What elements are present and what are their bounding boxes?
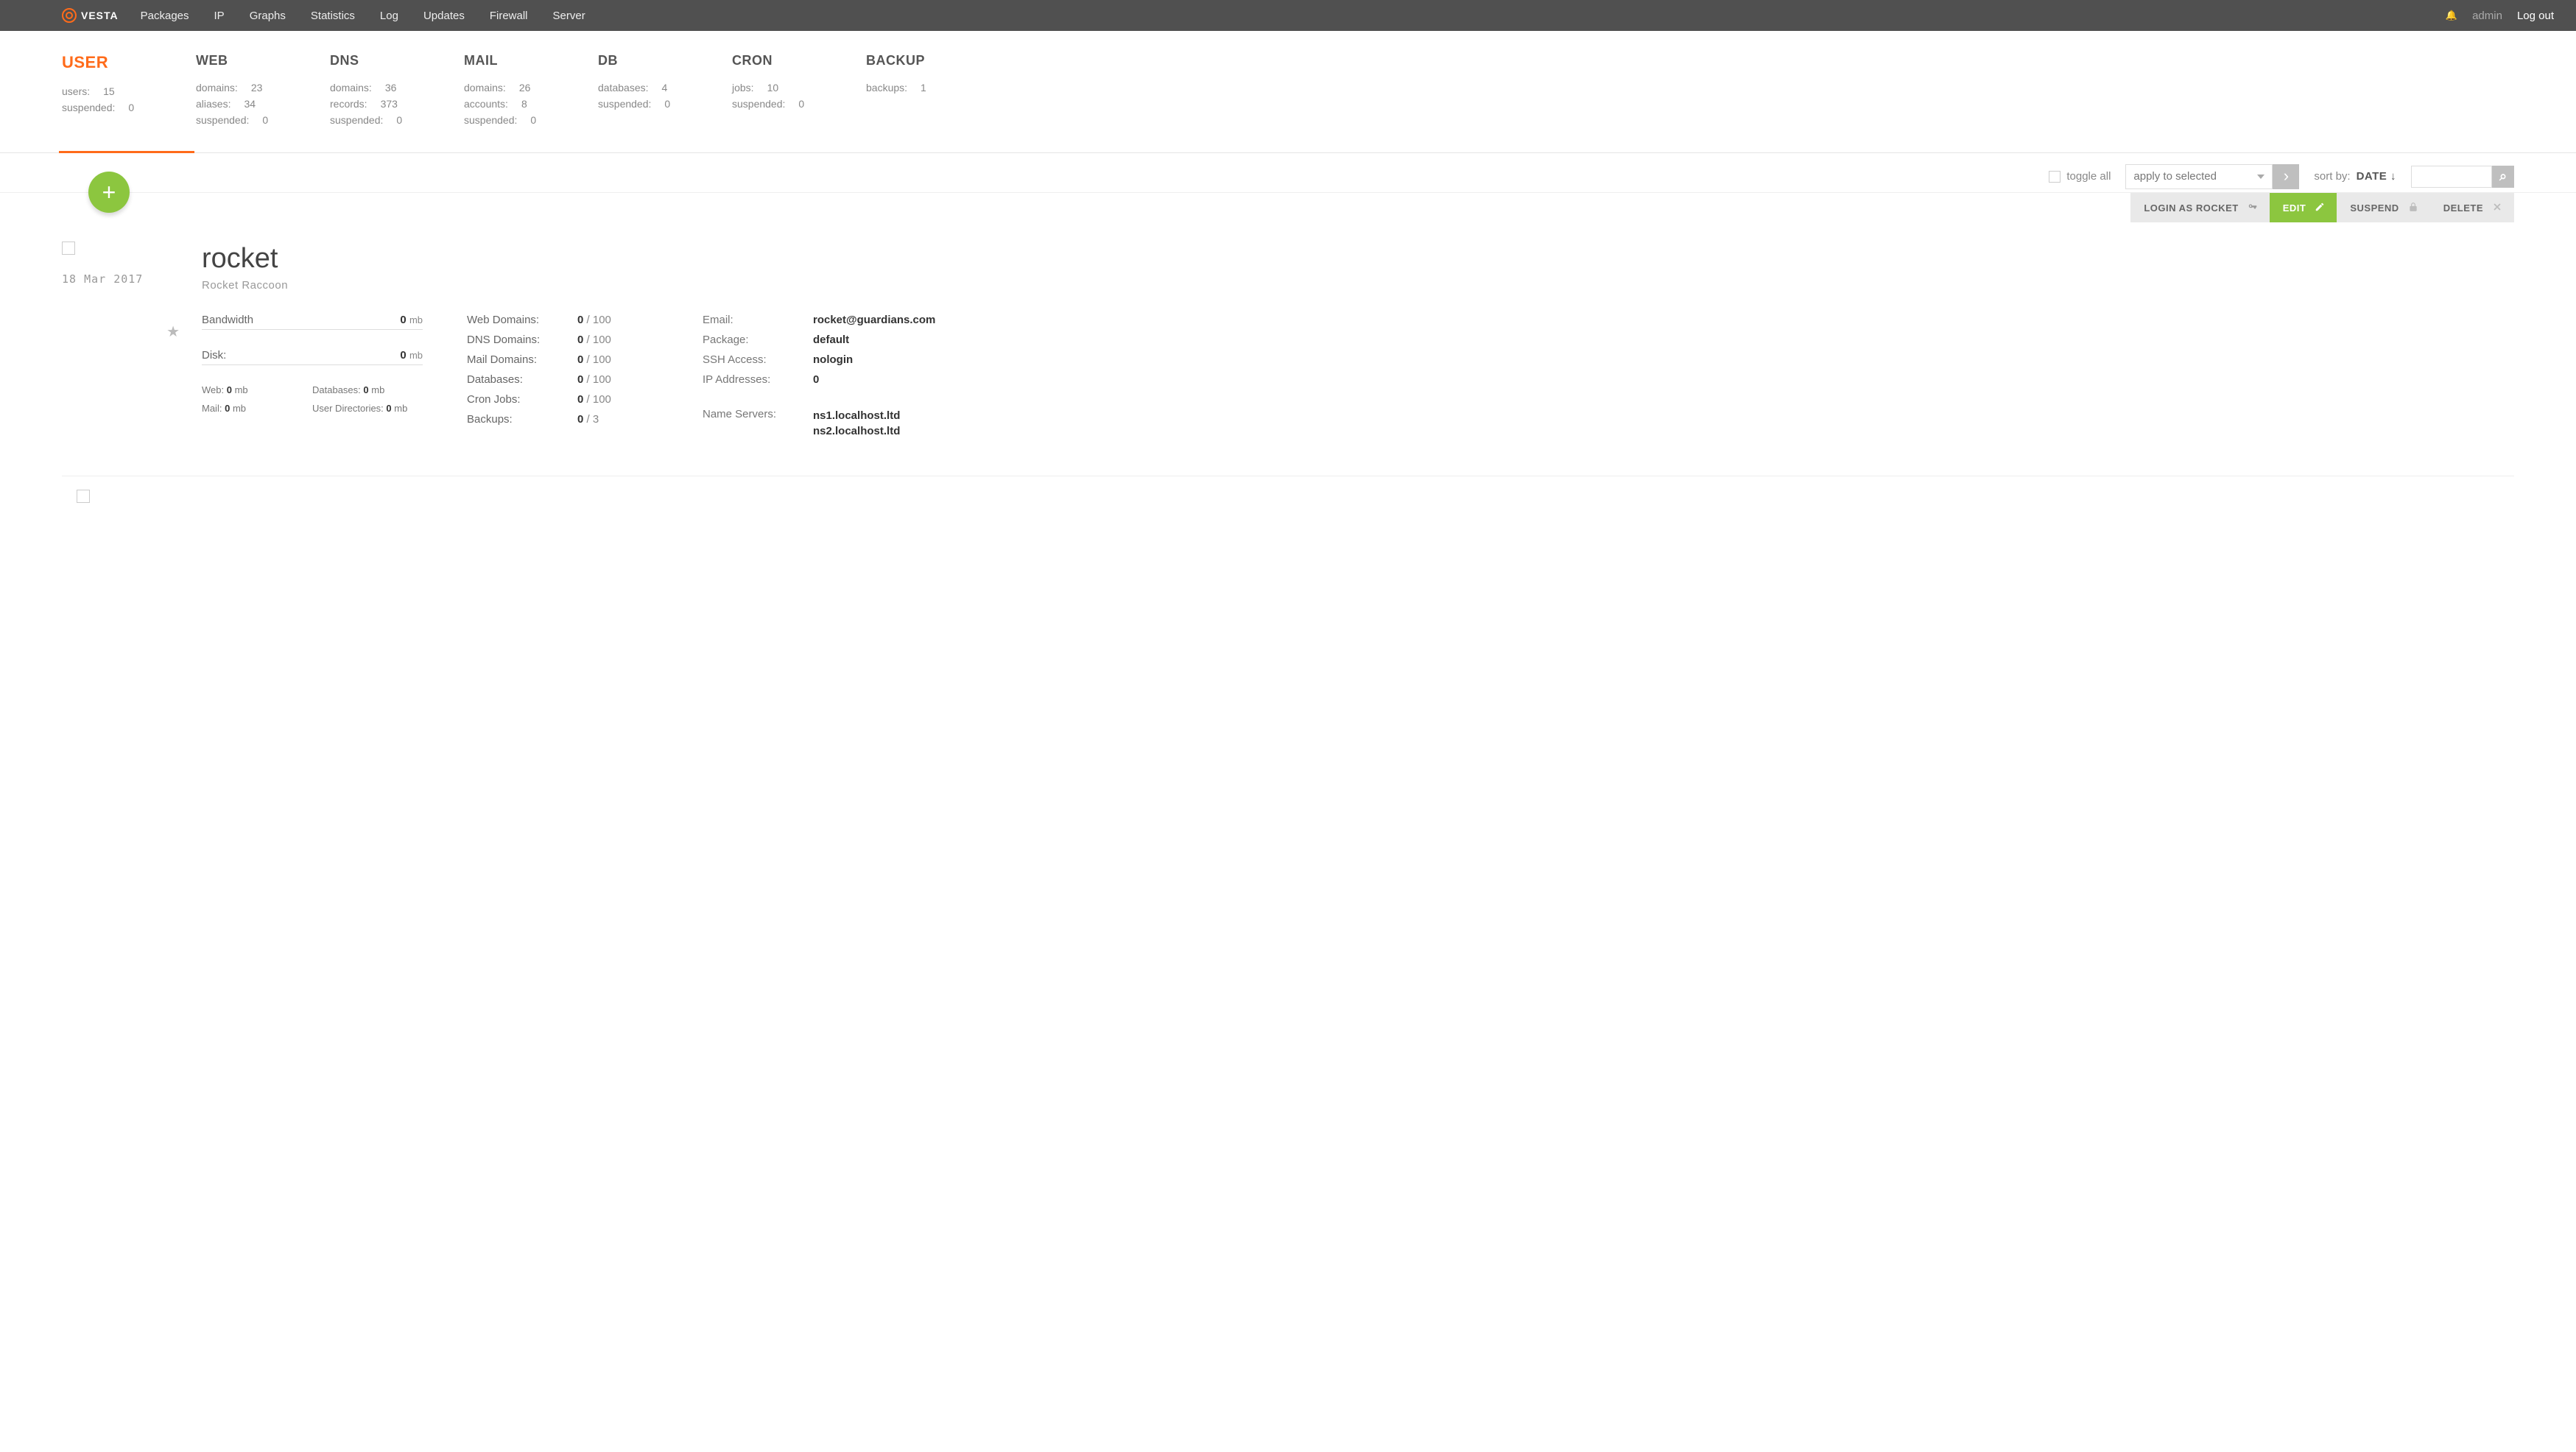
search-icon	[2499, 169, 2507, 184]
limit-dns-domains: DNS Domains:0 / 100	[467, 334, 658, 346]
stats-col-web[interactable]: WEB domains:23 aliases:34 suspended:0	[196, 53, 330, 130]
bandwidth-row: Bandwidth 0 mb	[202, 314, 423, 330]
info-email: Email:rocket@guardians.com	[703, 314, 953, 326]
disk-userdirs: User Directories: 0 mb	[312, 403, 423, 414]
top-nav: VESTA Packages IP Graphs Statistics Log …	[0, 0, 2576, 31]
nav-ip[interactable]: IP	[214, 10, 225, 22]
lock-icon	[2408, 202, 2418, 214]
nav-graphs[interactable]: Graphs	[250, 10, 286, 22]
next-row	[62, 476, 2514, 503]
stats-title-cron: CRON	[732, 53, 866, 68]
stats-col-db[interactable]: DB databases:4 suspended:0	[598, 53, 732, 130]
logout-link[interactable]: Log out	[2517, 10, 2554, 22]
nav-statistics[interactable]: Statistics	[311, 10, 355, 22]
info-ssh: SSH Access:nologin	[703, 353, 953, 366]
brand-logo[interactable]: VESTA	[62, 8, 119, 23]
sortby-value[interactable]: DATE	[2357, 170, 2396, 183]
sort-desc-icon	[2390, 170, 2396, 183]
row-actionbar: LOGIN AS ROCKET EDIT SUSPEND DELETE	[62, 193, 2514, 222]
sortby-label: sort by:	[2314, 170, 2350, 183]
stats-title-user: USER	[62, 53, 196, 72]
limit-web-domains: Web Domains:0 / 100	[467, 314, 658, 326]
stats-title-backup: BACKUP	[866, 53, 1000, 68]
username: rocket	[202, 243, 2514, 275]
star-icon[interactable]: ★	[62, 323, 202, 341]
list-toolbar: toggle all apply to selected sort by: DA…	[0, 153, 2576, 193]
stats-col-mail[interactable]: MAIL domains:26 accounts:8 suspended:0	[464, 53, 598, 130]
topnav-items: Packages IP Graphs Statistics Log Update…	[141, 10, 585, 22]
pencil-icon	[2315, 202, 2325, 214]
brand-text: VESTA	[81, 10, 119, 21]
disk-row: Disk: 0 mb	[202, 349, 423, 365]
limit-cron-jobs: Cron Jobs:0 / 100	[467, 393, 658, 406]
close-icon	[2492, 202, 2502, 214]
toggle-all-label[interactable]: toggle all	[2066, 170, 2111, 183]
delete-button[interactable]: DELETE	[2430, 193, 2514, 222]
limit-mail-domains: Mail Domains:0 / 100	[467, 353, 658, 366]
apply-go-button[interactable]	[2273, 164, 2299, 189]
disk-mail: Mail: 0 mb	[202, 403, 312, 414]
stats-col-dns[interactable]: DNS domains:36 records:373 suspended:0	[330, 53, 464, 130]
vesta-logo-icon	[62, 8, 77, 23]
key-icon	[2248, 202, 2258, 214]
add-user-button[interactable]: +	[88, 172, 130, 213]
row-date: 18 Mar 2017	[62, 272, 202, 286]
section-stats: USER users:15 suspended:0 WEB domains:23…	[0, 31, 2576, 153]
nav-packages[interactable]: Packages	[141, 10, 189, 22]
info-package: Package:default	[703, 334, 953, 346]
fullname: Rocket Raccoon	[202, 279, 2514, 292]
limit-databases: Databases:0 / 100	[467, 373, 658, 386]
chevron-down-icon	[2257, 175, 2264, 179]
stats-col-backup[interactable]: BACKUP backups:1	[866, 53, 1000, 130]
listing: + LOGIN AS ROCKET EDIT SUSPEND	[0, 193, 2576, 532]
nav-updates[interactable]: Updates	[423, 10, 465, 22]
current-user-label[interactable]: admin	[2472, 10, 2502, 22]
stats-title-mail: MAIL	[464, 53, 598, 68]
nav-server[interactable]: Server	[553, 10, 585, 22]
login-as-button[interactable]: LOGIN AS ROCKET	[2130, 193, 2269, 222]
apply-to-selected-dropdown[interactable]: apply to selected	[2125, 164, 2273, 189]
stats-title-db: DB	[598, 53, 732, 68]
suspend-button[interactable]: SUSPEND	[2337, 193, 2429, 222]
chevron-right-icon	[2284, 168, 2289, 185]
info-ips: IP Addresses:0	[703, 373, 953, 386]
stats-title-dns: DNS	[330, 53, 464, 68]
nav-log[interactable]: Log	[380, 10, 398, 22]
stats-title-web: WEB	[196, 53, 330, 68]
row-checkbox[interactable]	[77, 490, 90, 503]
edit-button[interactable]: EDIT	[2270, 193, 2337, 222]
search-input[interactable]	[2411, 166, 2492, 188]
row-checkbox[interactable]	[62, 242, 75, 255]
nav-firewall[interactable]: Firewall	[490, 10, 528, 22]
limit-backups: Backups:0 / 3	[467, 413, 658, 426]
toggle-all-checkbox[interactable]	[2049, 171, 2061, 183]
user-row: 18 Mar 2017 ★ rocket Rocket Raccoon Band…	[62, 230, 2514, 476]
disk-databases: Databases: 0 mb	[312, 384, 423, 395]
info-nameservers: Name Servers: ns1.localhost.ltdns2.local…	[703, 408, 953, 439]
disk-web: Web: 0 mb	[202, 384, 312, 395]
stats-col-user[interactable]: USER users:15 suspended:0	[62, 53, 196, 130]
notification-bell-icon[interactable]: 🔔	[2446, 10, 2457, 21]
stats-col-cron[interactable]: CRON jobs:10 suspended:0	[732, 53, 866, 130]
search-button[interactable]	[2492, 166, 2514, 188]
